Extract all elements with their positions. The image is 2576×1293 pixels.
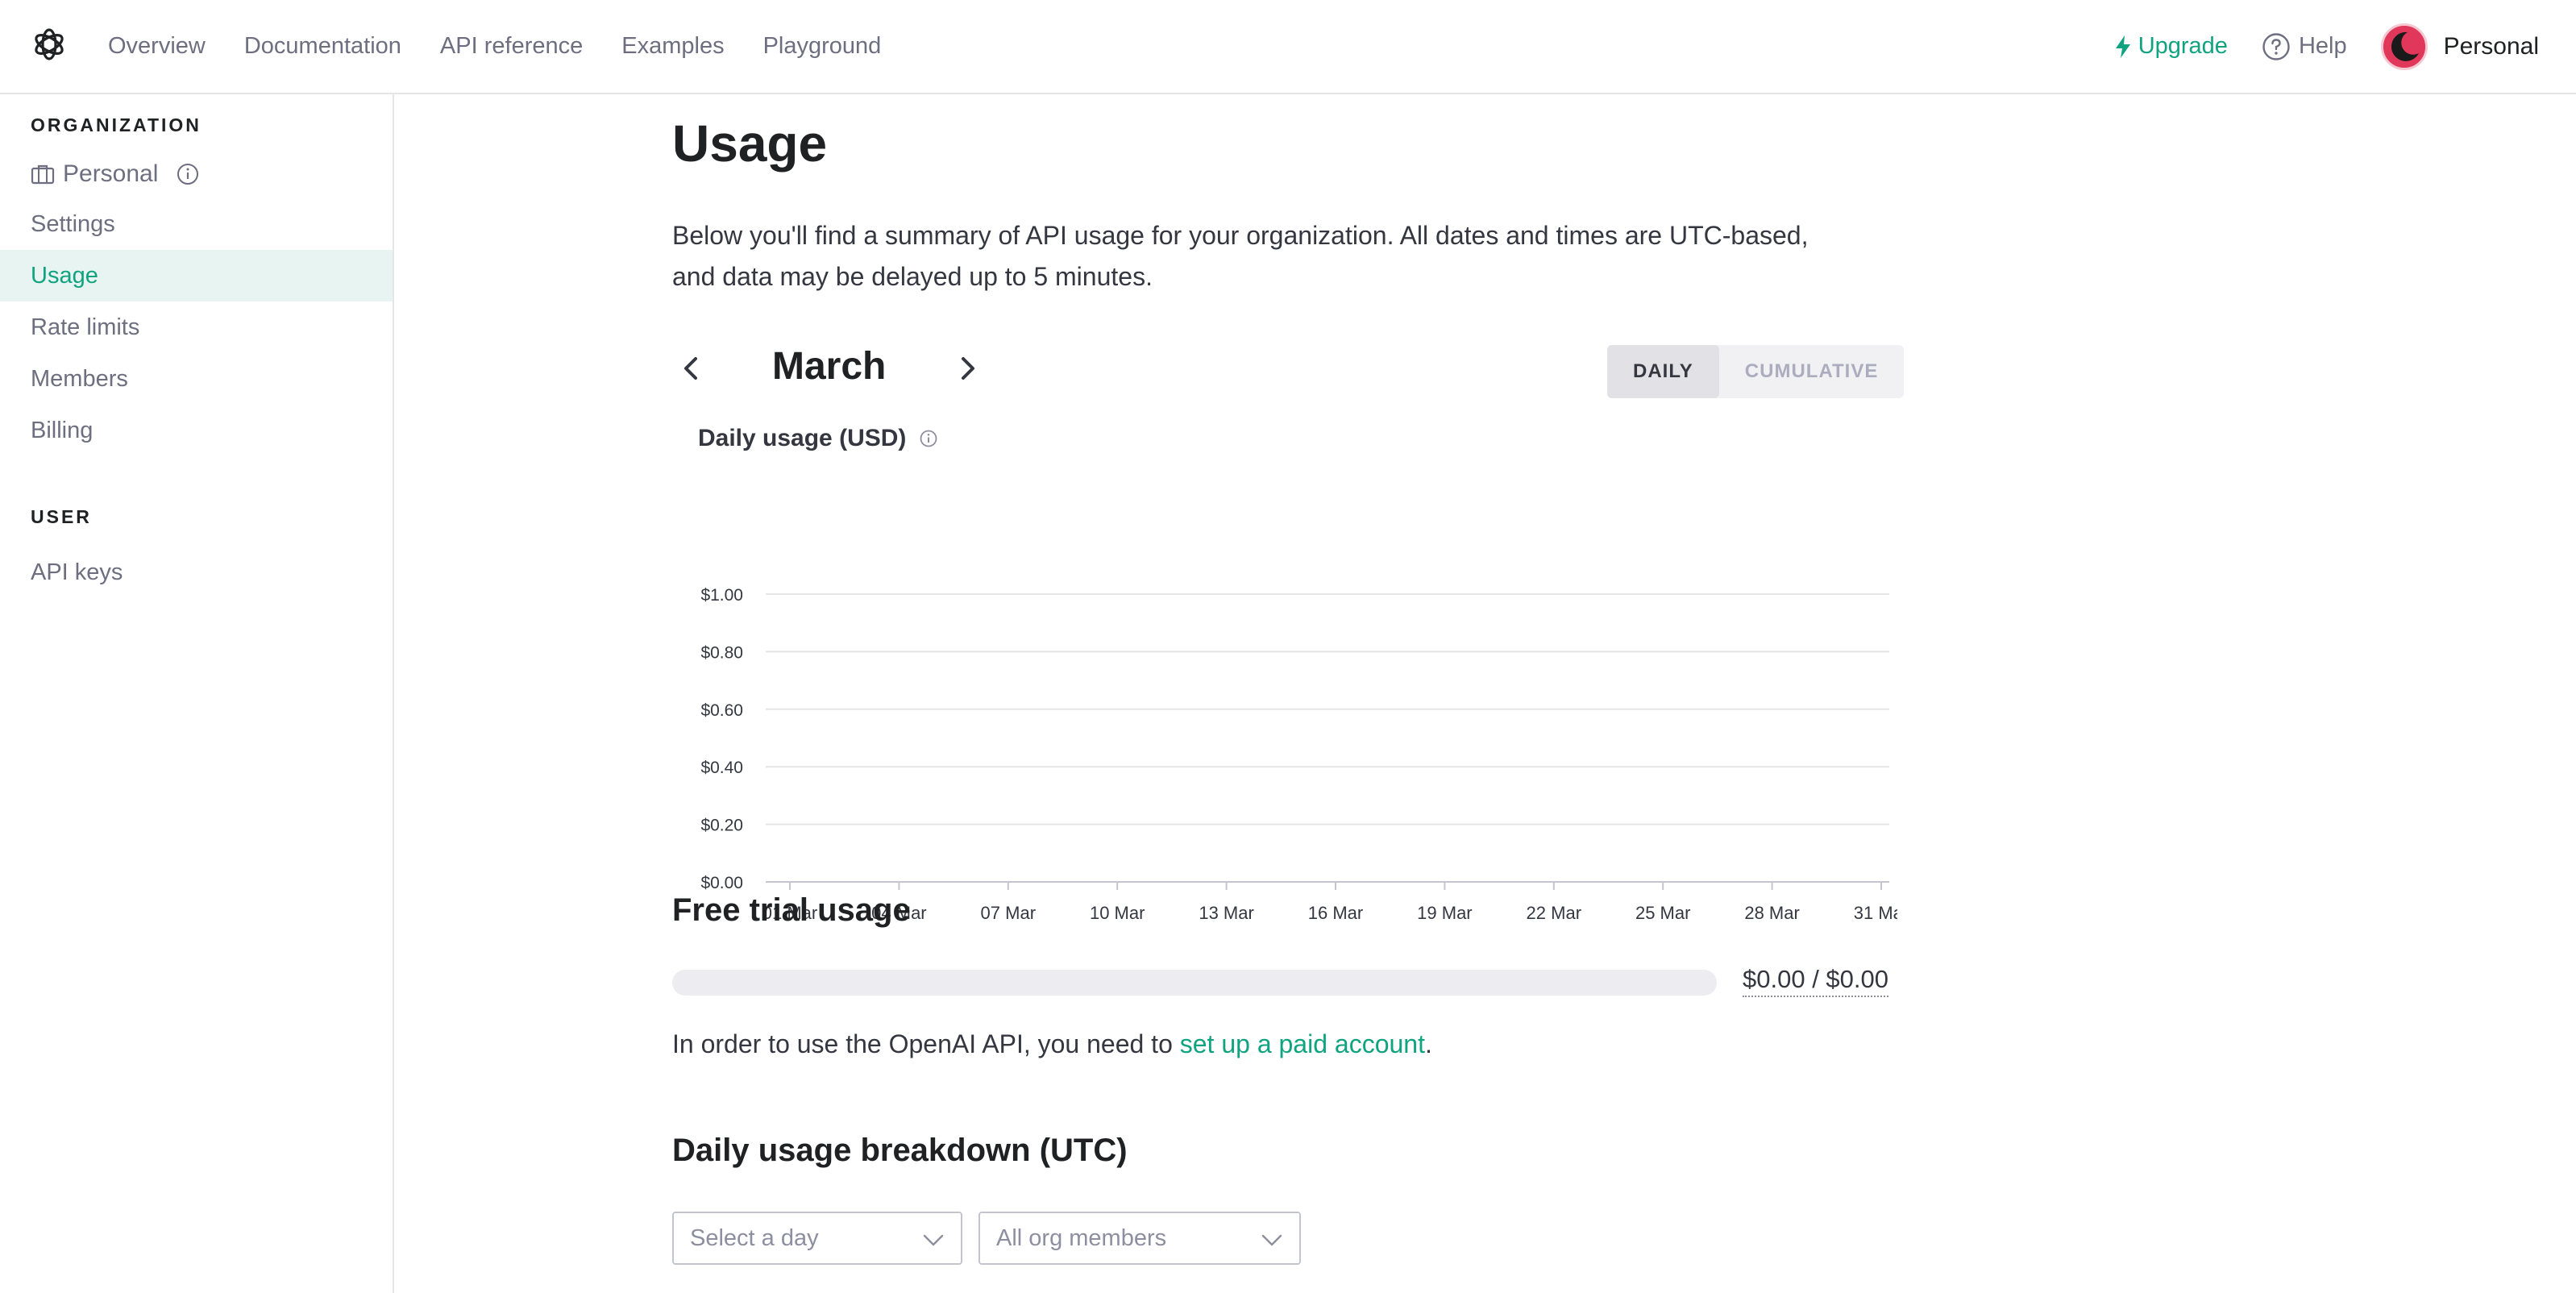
x-tick-label: 07 Mar [981,903,1036,923]
y-tick-label: $1.00 [700,586,743,605]
y-tick-label: $0.40 [700,759,743,777]
upgrade-label: Upgrade [2138,33,2228,59]
nav-overview[interactable]: Overview [108,33,206,60]
nav-right: Upgrade Help Personal [2114,0,2539,93]
chevron-down-icon [1261,1234,1282,1246]
sidebar-item-api-keys[interactable]: API keys [0,547,393,598]
upgrade-button[interactable]: Upgrade [2114,33,2228,60]
x-tick-label: 16 Mar [1308,903,1363,923]
sidebar-heading-user: USER [31,506,92,527]
toggle-cumulative[interactable]: CUMULATIVE [1719,345,1905,398]
paid-note-prefix: In order to use the OpenAI API, you need… [672,1029,1180,1058]
day-select[interactable]: Select a day [672,1212,962,1265]
y-tick-label: $0.80 [700,643,743,662]
question-circle-icon [2262,32,2290,60]
y-tick-label: $0.20 [700,817,743,835]
page-title: Usage [672,114,828,173]
nav-playground[interactable]: Playground [763,33,882,60]
month-navigator: March [672,336,995,401]
top-navigation: Overview Documentation API reference Exa… [0,0,2576,94]
info-icon[interactable] [176,162,200,186]
lightning-icon [2115,35,2130,58]
daily-usage-chart: $0.00$0.20$0.40$0.60$0.80$1.0001 Mar 04 M… [700,586,1897,923]
chevron-down-icon [923,1234,944,1246]
chart-info-icon[interactable] [919,429,938,448]
free-trial-value[interactable]: $0.00 / $0.00 [1743,965,1888,997]
nav-api-reference[interactable]: API reference [440,33,583,60]
usage-view-toggle: DAILY CUMULATIVE [1607,345,1905,398]
account-label: Personal [2443,32,2539,60]
toggle-daily[interactable]: DAILY [1607,345,1719,398]
intro-line-2: and data may be delayed up to 5 minutes. [672,262,1153,291]
x-tick-label: 13 Mar [1199,903,1253,923]
account-menu[interactable]: Personal [2380,23,2539,70]
nav-documentation[interactable]: Documentation [244,33,401,60]
nav-examples[interactable]: Examples [621,33,724,60]
sidebar-item-members[interactable]: Members [0,353,393,405]
x-tick-label: 25 Mar [1635,903,1690,923]
sidebar: ORGANIZATION Personal Settings Usage Rat… [0,94,394,1293]
free-trial-title: Free trial usage [672,892,911,928]
intro-text: Below you'll find a summary of API usage… [672,215,1897,297]
day-select-placeholder: Select a day [690,1224,819,1251]
org-name: Personal [63,160,159,187]
y-tick-label: $0.00 [700,874,743,892]
openai-logo-icon[interactable] [29,24,69,64]
sidebar-item-rate-limits[interactable]: Rate limits [0,301,393,353]
sidebar-item-settings[interactable]: Settings [0,198,393,250]
paid-account-note: In order to use the OpenAI API, you need… [672,1029,1432,1059]
month-label: March [772,345,887,388]
setup-paid-account-link[interactable]: set up a paid account [1180,1029,1425,1058]
y-tick-label: $0.60 [700,701,743,720]
intro-line-1: Below you'll find a summary of API usage… [672,221,1809,250]
chevron-right-icon[interactable] [951,352,983,385]
help-button[interactable]: Help [2262,32,2347,61]
avatar [2380,23,2428,70]
x-tick-label: 31 Mar [1854,903,1897,923]
chart-title-label: Daily usage (USD) [698,425,907,451]
chart-title: Daily usage (USD) [698,425,938,452]
x-tick-label: 22 Mar [1527,903,1581,923]
members-select[interactable]: All org members [978,1212,1301,1265]
sidebar-item-billing[interactable]: Billing [0,405,393,456]
sidebar-item-usage[interactable]: Usage [0,250,393,301]
help-label: Help [2298,33,2347,59]
chevron-left-icon[interactable] [675,352,708,385]
x-tick-label: 19 Mar [1417,903,1472,923]
sidebar-heading-organization: ORGANIZATION [31,114,202,135]
x-tick-label: 28 Mar [1744,903,1799,923]
org-selector[interactable]: Personal [31,160,200,188]
members-select-value: All org members [996,1224,1167,1251]
primary-nav: Overview Documentation API reference Exa… [108,0,881,93]
briefcase-icon [31,164,55,185]
x-tick-label: 10 Mar [1090,903,1145,923]
paid-note-suffix: . [1424,1029,1432,1058]
free-trial-progress-bar [672,970,1717,996]
breakdown-title: Daily usage breakdown (UTC) [672,1133,1128,1168]
